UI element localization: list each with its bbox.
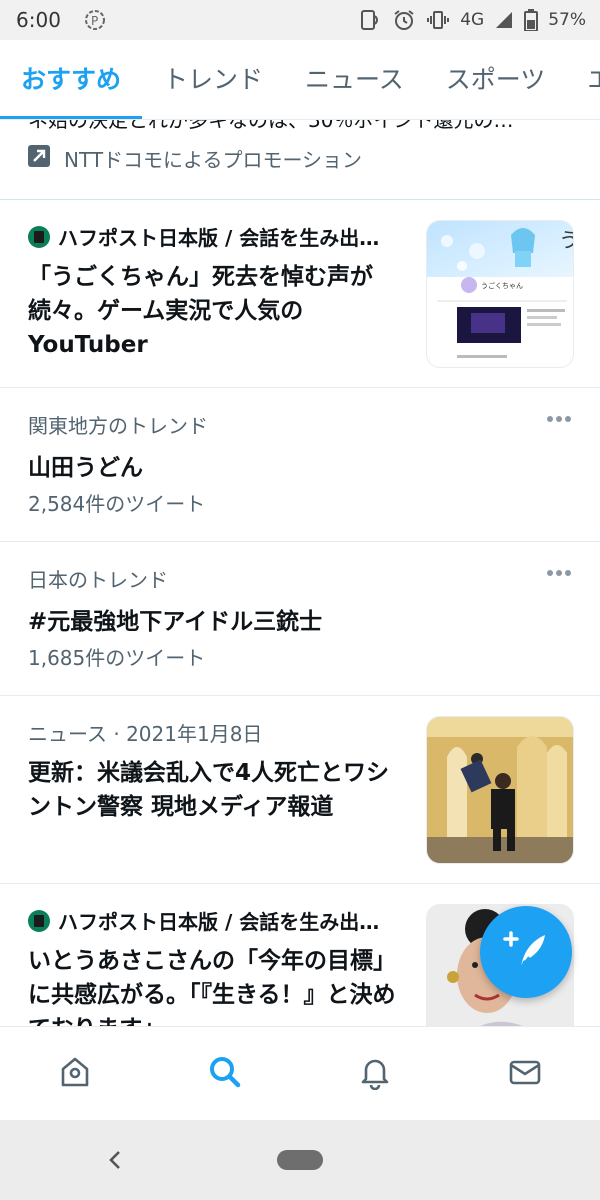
status-bar: 6:00 P 4G 57% [0, 0, 600, 40]
promoted-trend-text: ネ始の決定とれが多キなのは、30％ポイント還元の… [28, 120, 514, 132]
nav-home[interactable] [0, 1027, 150, 1120]
explore-feed: ネ始の決定とれが多キなのは、30％ポイント還元の… NTTドコモによるプロモーシ… [0, 120, 600, 1026]
news-thumbnail: う うごくちゃん [426, 220, 574, 368]
promotion-label: NTTドコモによるプロモーション [64, 148, 363, 172]
battery-icon [524, 9, 539, 31]
nfc-icon [358, 8, 382, 32]
huffpost-logo-icon [28, 909, 50, 932]
mail-icon [507, 1054, 543, 1094]
tab-entertainment[interactable]: エ [566, 40, 600, 119]
promotion-label-row: NTTドコモによるプロモーション [28, 144, 362, 173]
news-thumbnail [426, 716, 574, 864]
news-headline: 「うごくちゃん」死去を悼む声が続々。ゲーム実況で人気のYouTuber [28, 264, 373, 358]
signal-icon [494, 10, 514, 30]
news-headline: 更新：米議会乱入で4人死亡とワシントン警察 現地メディア報道 [28, 760, 390, 820]
svg-text:P: P [91, 14, 98, 28]
trend-tweet-count: 1,685件のツイート [28, 646, 206, 670]
compose-tweet-button[interactable] [480, 906, 572, 998]
nav-messages[interactable] [450, 1027, 600, 1120]
news-source: ハフポスト日本版 / 会話を生み出… [58, 226, 380, 250]
back-chevron-icon[interactable] [104, 1148, 128, 1172]
news-source-row: ハフポスト日本版 / 会話を生み出… [28, 222, 408, 251]
trend-title: #元最強地下アイドル三銃士 [28, 609, 323, 635]
system-navigation-bar [0, 1120, 600, 1200]
huffpost-logo-icon [28, 225, 50, 248]
network-type: 4G [460, 10, 485, 30]
home-pill[interactable] [277, 1150, 323, 1170]
bottom-navigation [0, 1026, 600, 1120]
news-source: ニュース · 2021年1月8日 [28, 722, 263, 746]
promoted-trend-partial[interactable]: ネ始の決定とれが多キなのは、30％ポイント還元の… NTTドコモによるプロモーシ… [0, 120, 600, 200]
compose-tweet-icon [503, 927, 549, 977]
tab-news[interactable]: ニュース [284, 40, 425, 119]
news-item-ugokuchan[interactable]: ハフポスト日本版 / 会話を生み出… 「うごくちゃん」死去を悼む声が続々。ゲーム… [0, 200, 600, 388]
news-source: ハフポスト日本版 / 会話を生み出… [58, 910, 380, 934]
nav-explore[interactable] [150, 1027, 300, 1120]
tab-recommended[interactable]: おすすめ [0, 40, 143, 119]
svg-text:う: う [559, 228, 574, 252]
news-item-capitol[interactable]: ニュース · 2021年1月8日 更新：米議会乱入で4人死亡とワシントン警察 現… [0, 696, 600, 884]
vibrate-icon [426, 8, 450, 32]
explore-tabs: おすすめ トレンド ニュース スポーツ エ [0, 40, 600, 120]
tab-sports[interactable]: スポーツ [425, 40, 567, 119]
bell-icon [357, 1054, 393, 1094]
status-time: 6:00 [16, 8, 61, 32]
trend-item-idol[interactable]: 日本のトレンド #元最強地下アイドル三銃士 1,685件のツイート [0, 542, 600, 696]
trend-context: 関東地方のトレンド [28, 414, 208, 438]
search-icon [207, 1054, 243, 1094]
battery-percent: 57% [548, 10, 586, 30]
nav-notifications[interactable] [300, 1027, 450, 1120]
promoted-arrow-icon [28, 145, 50, 172]
svg-text:うごくちゃん: うごくちゃん [481, 281, 523, 290]
news-headline: いとうあさこさんの「今年の目標」に共感広がる。「『生きる！』と決めております」 [28, 948, 396, 1026]
trend-tweet-count: 2,584件のツイート [28, 492, 206, 516]
alarm-icon [392, 8, 416, 32]
trend-context: 日本のトレンド [28, 568, 168, 592]
parking-notification-icon: P [83, 8, 107, 32]
tab-trends[interactable]: トレンド [142, 40, 284, 119]
trend-item-yamada-udon[interactable]: 関東地方のトレンド 山田うどん 2,584件のツイート [0, 388, 600, 542]
news-source-row: ハフポスト日本版 / 会話を生み出… [28, 906, 408, 935]
more-options-icon[interactable] [544, 412, 574, 426]
home-icon [57, 1054, 93, 1094]
more-options-icon[interactable] [544, 566, 574, 580]
trend-title: 山田うどん [28, 455, 143, 481]
